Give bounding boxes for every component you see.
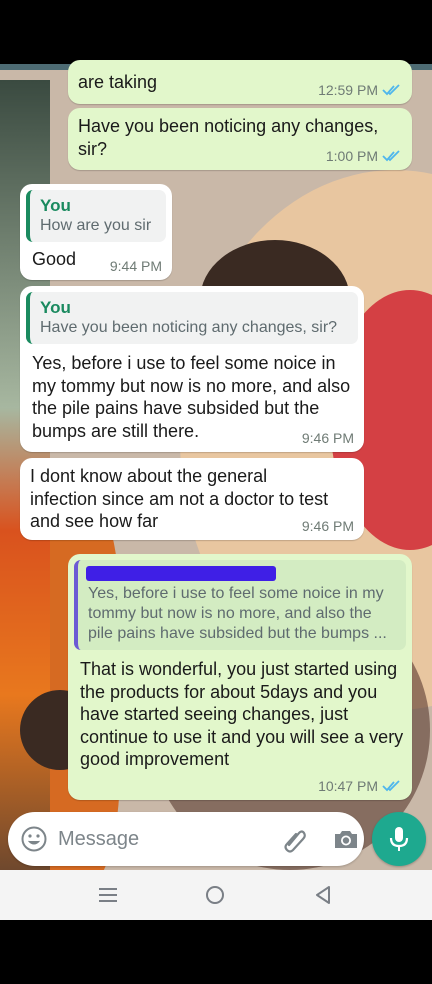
quoted-message[interactable]: You How are you sir [26, 190, 166, 242]
quote-text: How are you sir [40, 217, 152, 234]
nav-home-icon[interactable] [205, 885, 225, 905]
message-bubble[interactable]: are taking 12:59 PM [68, 60, 412, 104]
message-time: 10:47 PM [318, 778, 378, 794]
double-check-icon [382, 150, 400, 162]
message-meta: 1:00 PM [326, 148, 402, 164]
quote-text: Have you been noticing any changes, sir? [40, 319, 338, 336]
message-composer[interactable]: Message [8, 812, 364, 866]
message-text: That is wonderful, you just started usin… [80, 659, 404, 769]
camera-icon[interactable] [332, 825, 360, 853]
message-bubble[interactable]: You How are you sir Good 9:44 PM [20, 184, 172, 280]
message-meta: 9:46 PM [302, 430, 354, 446]
mic-icon [389, 827, 409, 851]
status-area [0, 0, 432, 66]
message-input[interactable]: Message [58, 828, 139, 851]
nav-back-icon[interactable] [314, 885, 332, 905]
double-check-icon [382, 84, 400, 96]
message-time: 9:44 PM [109, 258, 162, 274]
voice-message-button[interactable] [372, 812, 426, 866]
message-meta: 9:44 PM [110, 258, 162, 274]
message-meta: 9:46 PM [302, 518, 354, 534]
redacted-quote-author [86, 566, 276, 581]
message-time: 1:00 PM [325, 148, 378, 164]
message-bubble[interactable]: I dont know about the general infection … [20, 458, 364, 540]
message-time: 9:46 PM [301, 518, 354, 534]
message-text: Yes, before i use to feel some noice in … [32, 353, 351, 441]
attach-icon[interactable] [280, 825, 308, 853]
message-meta: 12:59 PM [318, 82, 402, 98]
message-bubble[interactable]: Have you been noticing any changes, sir?… [68, 108, 412, 170]
message-time: 9:46 PM [301, 430, 354, 446]
message-bubble[interactable]: You Have you been noticing any changes, … [20, 286, 364, 452]
message-bubble[interactable]: Yes, before i use to feel some noice in … [68, 554, 412, 800]
bottom-bezel [0, 920, 432, 984]
double-check-icon [382, 780, 400, 792]
quote-author: You [40, 298, 71, 317]
message-meta: 10:47 PM [318, 778, 402, 794]
message-time: 12:59 PM [318, 82, 378, 98]
quote-author: You [40, 196, 71, 215]
quote-text: Yes, before i use to feel some noice in … [88, 585, 387, 642]
message-text: I dont know about the general infection … [30, 466, 329, 531]
system-nav-bar [0, 870, 432, 920]
emoji-icon[interactable] [20, 825, 48, 853]
nav-menu-icon[interactable] [98, 886, 118, 904]
quoted-message[interactable]: You Have you been noticing any changes, … [26, 292, 358, 344]
